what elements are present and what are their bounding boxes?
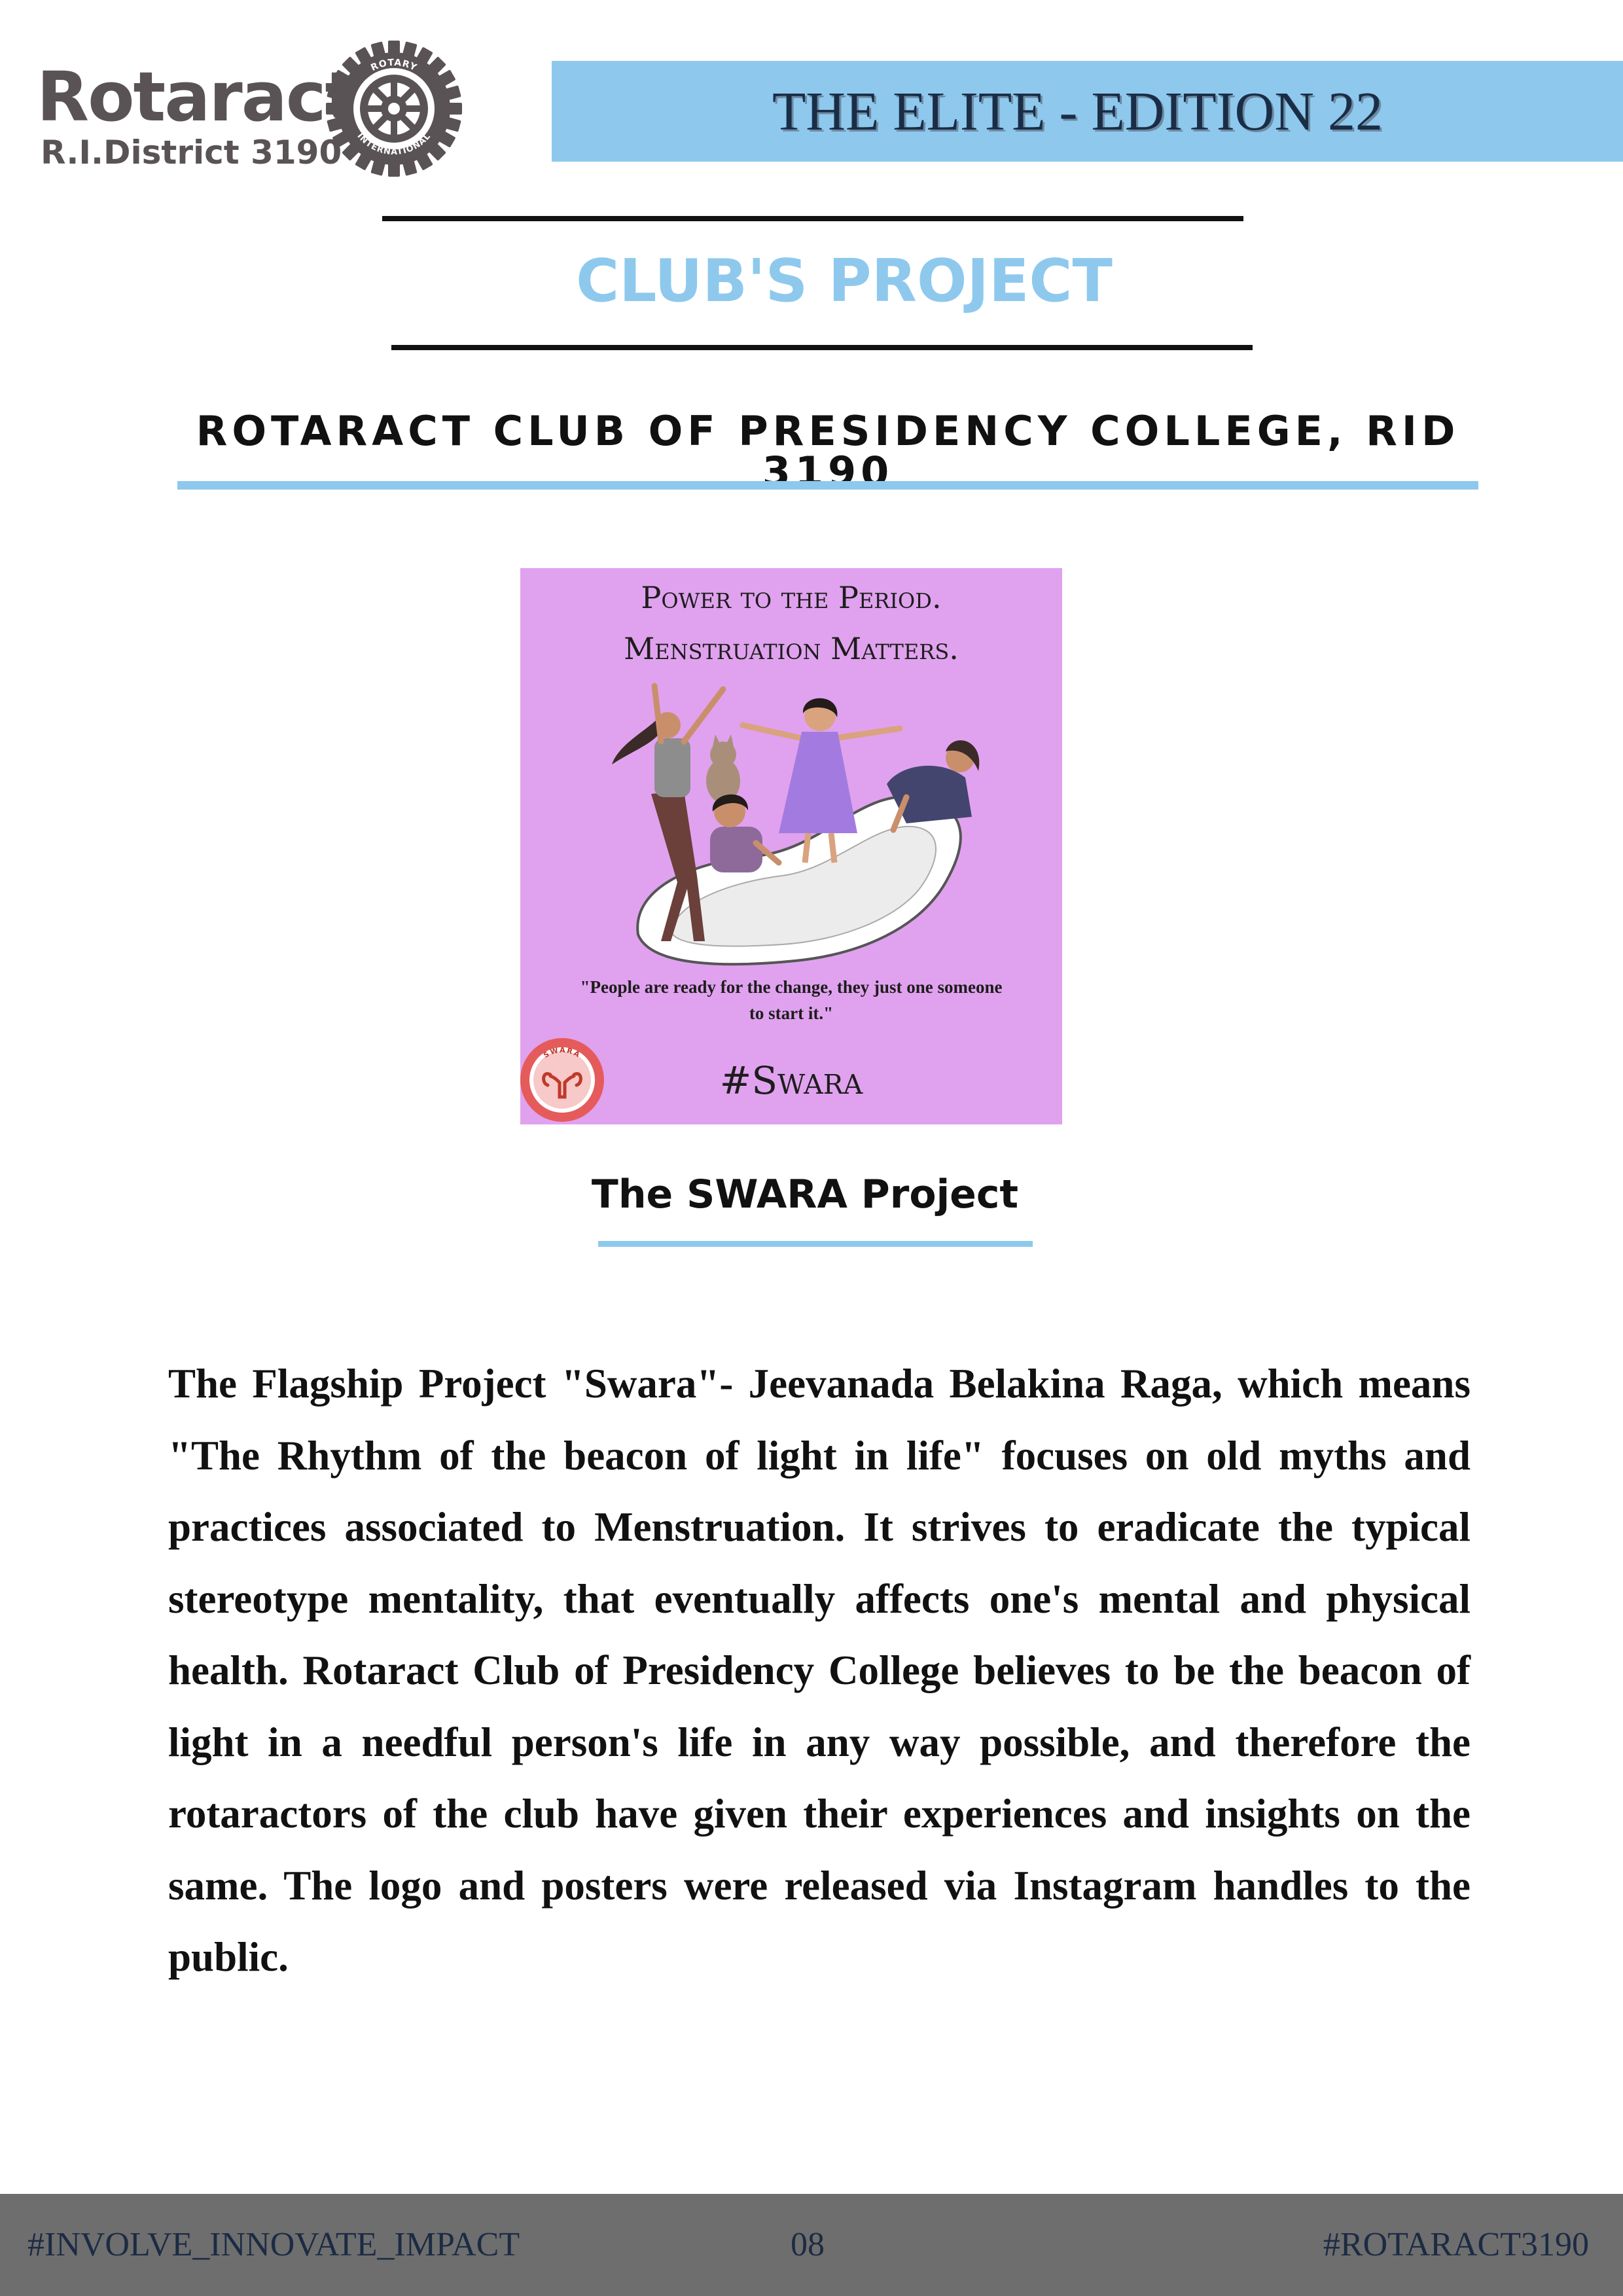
caption-underline: [598, 1241, 1033, 1247]
poster-quote: "People are ready for the change, they j…: [580, 977, 1003, 1023]
edition-banner: THE ELITE - EDITION 22: [552, 61, 1623, 162]
edition-title: THE ELITE - EDITION 22: [772, 81, 1383, 142]
poster-headline-2: Menstruation Matters.: [624, 631, 959, 666]
club-name: ROTARACT CLUB OF PRESIDENCY COLLEGE, RID…: [196, 407, 1460, 495]
swara-poster: Power to the Period. Menstruation Matter…: [520, 568, 1062, 1124]
project-description: The Flagship Project "Swara"- Jeevanada …: [168, 1361, 1471, 1980]
page-number: 08: [791, 2226, 825, 2263]
club-name-underline: [177, 481, 1478, 490]
footer-right-hashtag: #ROTARACT3190: [1323, 2226, 1589, 2263]
section-rule-top: [382, 216, 1243, 221]
section-rule-bottom: [391, 345, 1253, 350]
footer-left-hashtag: #INVOLVE_INNOVATE_IMPACT: [27, 2226, 520, 2263]
poster-illustration: [612, 683, 980, 966]
swara-badge-icon: SWARA: [520, 1038, 604, 1122]
section-title: CLUB'S PROJECT: [576, 247, 1113, 315]
project-caption: The SWARA Project: [591, 1172, 1019, 1217]
logo-district: R.I.District 3190: [41, 134, 342, 171]
poster-headline-1: Power to the Period.: [641, 580, 942, 615]
logo-wordmark: Rotaract: [37, 57, 357, 137]
rotaract-logo: Rotaract R.I.District 3190 ROTARY INTERN…: [37, 37, 469, 181]
rotary-wheel-icon: ROTARY INTERNATIONAL: [326, 41, 462, 177]
page-footer: #INVOLVE_INNOVATE_IMPACT 08 #ROTARACT319…: [0, 2194, 1623, 2296]
